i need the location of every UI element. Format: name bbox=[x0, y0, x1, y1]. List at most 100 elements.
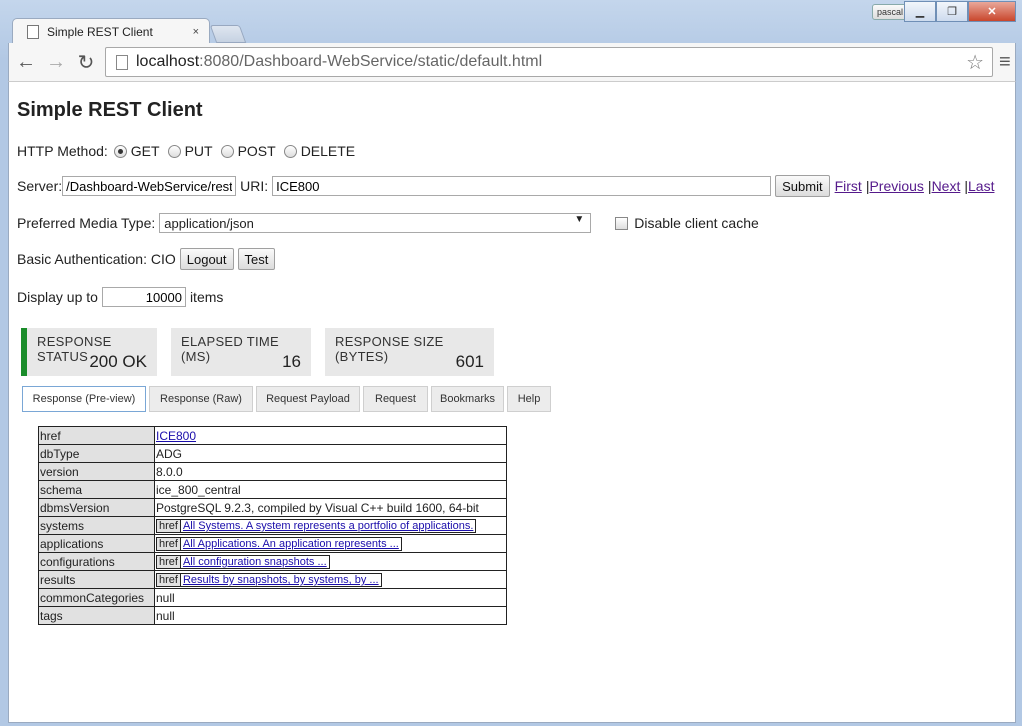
method-delete-label: DELETE bbox=[300, 143, 356, 159]
nested-key: href bbox=[157, 574, 181, 586]
nested-key: href bbox=[157, 538, 181, 550]
row-key: schema bbox=[38, 480, 155, 499]
close-tab-icon[interactable]: × bbox=[193, 26, 199, 38]
row-value: 8.0.0 bbox=[154, 462, 507, 481]
last-link[interactable]: Last bbox=[968, 178, 994, 194]
tab-response-preview[interactable]: Response (Pre-view) bbox=[22, 386, 146, 412]
nested-href: href All Applications. An application rep… bbox=[156, 537, 402, 551]
href-link[interactable]: ICE800 bbox=[156, 429, 196, 443]
row-key: configurations bbox=[38, 552, 155, 571]
previous-link[interactable]: Previous bbox=[869, 178, 923, 194]
tab-title: Simple REST Client bbox=[47, 25, 153, 39]
first-link[interactable]: First bbox=[835, 178, 862, 194]
method-radio-delete[interactable] bbox=[283, 144, 297, 158]
display-limit-input[interactable] bbox=[101, 287, 186, 307]
elapsed-time-panel: ELAPSED TIME (MS) 16 bbox=[171, 328, 311, 376]
address-bar[interactable]: localhost:8080/Dashboard-WebService/stat… bbox=[105, 47, 993, 77]
nested-key: href bbox=[157, 556, 181, 568]
page-icon bbox=[116, 54, 128, 70]
response-status-panel: RESPONSE STATUS 200 OK bbox=[21, 328, 157, 376]
method-put-label: PUT bbox=[184, 143, 213, 159]
nested-href: href All configuration snapshots ... bbox=[156, 555, 330, 569]
close-window-button[interactable]: ✕ bbox=[968, 1, 1016, 22]
tab-response-raw[interactable]: Response (Raw) bbox=[149, 386, 253, 412]
media-type-value: application/json bbox=[164, 215, 254, 231]
row-value: href All Systems. A system represents a p… bbox=[154, 516, 507, 535]
media-type-row: Preferred Media Type: application/json ▼… bbox=[17, 213, 759, 233]
basic-auth-label: Basic Authentication: CIO bbox=[17, 251, 176, 267]
table-row: tags null bbox=[38, 606, 507, 625]
browser-window: pascal ▁ ❐ ✕ Simple REST Client × ← → ↻ … bbox=[0, 0, 1022, 726]
table-row: dbType ADG bbox=[38, 444, 507, 463]
items-label: items bbox=[189, 289, 224, 305]
http-method-label: HTTP Method: bbox=[17, 143, 108, 159]
next-link[interactable]: Next bbox=[932, 178, 961, 194]
row-key: systems bbox=[38, 516, 155, 535]
basic-auth-row: Basic Authentication: CIO Logout Test bbox=[17, 248, 276, 270]
systems-link[interactable]: All Systems. A system represents a portf… bbox=[183, 520, 473, 532]
title-bar: pascal ▁ ❐ ✕ Simple REST Client × bbox=[0, 0, 1022, 45]
forward-arrow-icon[interactable]: → bbox=[43, 49, 69, 75]
table-row: systems href All Systems. A system repres… bbox=[38, 516, 507, 535]
tab-request-payload[interactable]: Request Payload bbox=[256, 386, 360, 412]
uri-input[interactable] bbox=[272, 176, 772, 196]
row-value: PostgreSQL 9.2.3, compiled by Visual C++… bbox=[154, 498, 507, 517]
nested-key: href bbox=[157, 520, 181, 532]
page-content: Simple REST Client HTTP Method: GET PUT … bbox=[8, 81, 1016, 723]
results-link[interactable]: Results by snapshots, by systems, by ... bbox=[183, 574, 379, 586]
page-title: Simple REST Client bbox=[17, 99, 203, 121]
row-value: ice_800_central bbox=[154, 480, 507, 499]
reload-icon[interactable]: ↻ bbox=[73, 49, 99, 75]
row-value: href Results by snapshots, by systems, by… bbox=[154, 570, 507, 589]
table-row: configurations href All configuration sna… bbox=[38, 552, 507, 571]
tab-help[interactable]: Help bbox=[507, 386, 551, 412]
nested-href: href Results by snapshots, by systems, by… bbox=[156, 573, 382, 587]
row-key: dbType bbox=[38, 444, 155, 463]
new-tab-button[interactable] bbox=[209, 25, 247, 43]
method-radio-post[interactable] bbox=[220, 144, 234, 158]
nested-value: All Systems. A system represents a portf… bbox=[181, 520, 475, 532]
logout-button[interactable]: Logout bbox=[179, 248, 234, 270]
back-arrow-icon[interactable]: ← bbox=[13, 49, 39, 75]
row-key: applications bbox=[38, 534, 155, 553]
minimize-button[interactable]: ▁ bbox=[904, 1, 936, 22]
url-host: localhost bbox=[136, 53, 200, 70]
row-value: null bbox=[154, 588, 507, 607]
submit-button[interactable]: Submit bbox=[775, 175, 830, 197]
maximize-button[interactable]: ❐ bbox=[936, 1, 968, 22]
nested-href: href All Systems. A system represents a p… bbox=[156, 519, 477, 533]
response-status-value: 200 OK bbox=[89, 352, 147, 371]
row-key: version bbox=[38, 462, 155, 481]
result-tabs: Response (Pre-view) Response (Raw) Reque… bbox=[22, 386, 554, 412]
bookmark-star-icon[interactable]: ☆ bbox=[966, 50, 984, 75]
table-row: dbmsVersion PostgreSQL 9.2.3, compiled b… bbox=[38, 498, 507, 517]
method-radio-get[interactable] bbox=[113, 144, 127, 158]
disable-cache-checkbox[interactable] bbox=[615, 216, 629, 230]
document-icon bbox=[27, 25, 39, 39]
nested-value: Results by snapshots, by systems, by ... bbox=[181, 574, 381, 586]
response-size-panel: RESPONSE SIZE (BYTES) 601 bbox=[325, 328, 494, 376]
method-radio-put[interactable] bbox=[167, 144, 181, 158]
response-table: href ICE800 dbType ADG version 8.0.0 sch… bbox=[38, 426, 507, 625]
server-input[interactable] bbox=[62, 176, 237, 196]
row-key: href bbox=[38, 426, 155, 445]
tab-bookmarks[interactable]: Bookmarks bbox=[431, 386, 504, 412]
tab-request[interactable]: Request bbox=[363, 386, 428, 412]
test-button[interactable]: Test bbox=[237, 248, 276, 270]
browser-tab-active[interactable]: Simple REST Client × bbox=[12, 18, 210, 45]
media-type-select[interactable]: application/json ▼ bbox=[159, 213, 592, 233]
url-path: :8080/Dashboard-WebService/static/defaul… bbox=[199, 53, 543, 70]
table-row: schema ice_800_central bbox=[38, 480, 507, 499]
row-value: ADG bbox=[154, 444, 507, 463]
table-row: version 8.0.0 bbox=[38, 462, 507, 481]
disable-cache-label: Disable client cache bbox=[634, 215, 759, 231]
server-row: Server: URI: Submit First |Previous |Nex… bbox=[17, 175, 994, 197]
http-method-row: HTTP Method: GET PUT POST DELETE bbox=[17, 143, 355, 159]
configurations-link[interactable]: All configuration snapshots ... bbox=[183, 556, 327, 568]
window-controls: ▁ ❐ ✕ bbox=[904, 1, 1016, 22]
applications-link[interactable]: All Applications. An application represe… bbox=[183, 538, 399, 550]
uri-label: URI: bbox=[240, 178, 269, 194]
profile-button[interactable]: pascal bbox=[872, 4, 908, 20]
menu-icon[interactable]: ≡ bbox=[999, 51, 1011, 74]
media-type-label: Preferred Media Type: bbox=[17, 215, 156, 231]
